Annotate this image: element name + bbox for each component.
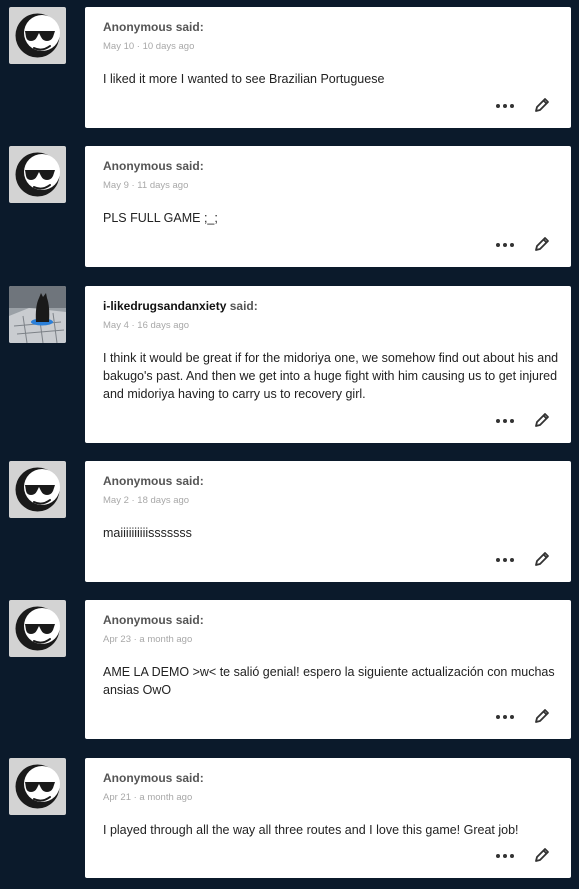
pencil-icon[interactable] xyxy=(533,707,551,725)
more-dots-icon[interactable] xyxy=(495,552,515,568)
author-name: Anonymous xyxy=(103,474,173,488)
comment-card: Anonymous said: Apr 23 · a month ago AME… xyxy=(85,600,571,739)
avatar[interactable] xyxy=(9,7,66,64)
avatar[interactable] xyxy=(9,146,66,203)
comment-text: I liked it more I wanted to see Brazilia… xyxy=(103,72,385,86)
comment-author: i-likedrugsandanxiety said: xyxy=(103,299,258,313)
said-label: said: xyxy=(175,20,204,34)
comment-author: Anonymous said: xyxy=(103,613,204,627)
pencil-icon[interactable] xyxy=(533,550,551,568)
more-dots-icon[interactable] xyxy=(495,709,515,725)
sunglasses-smiley-avatar-icon xyxy=(15,606,60,651)
said-label: said: xyxy=(175,771,204,785)
comment-text: AME LA DEMO >w< te salió genial! espero … xyxy=(103,665,555,697)
more-dots-icon[interactable] xyxy=(495,413,515,429)
author-name: Anonymous xyxy=(103,159,173,173)
sunglasses-smiley-avatar-icon xyxy=(15,764,60,809)
pencil-icon[interactable] xyxy=(533,235,551,253)
more-dots-icon[interactable] xyxy=(495,848,515,864)
comment-author: Anonymous said: xyxy=(103,474,204,488)
comment-author: Anonymous said: xyxy=(103,159,204,173)
pencil-icon[interactable] xyxy=(533,96,551,114)
more-dots-icon[interactable] xyxy=(495,237,515,253)
comment-text: I think it would be great if for the mid… xyxy=(103,351,559,401)
comment-card: Anonymous said: May 10 · 10 days ago I l… xyxy=(85,7,571,128)
comment-date[interactable]: May 2 · 18 days ago xyxy=(103,495,189,506)
said-label: said: xyxy=(175,613,204,627)
avatar[interactable] xyxy=(9,600,66,657)
comment-date[interactable]: May 4 · 16 days ago xyxy=(103,320,189,331)
author-name: Anonymous xyxy=(103,613,173,627)
pencil-icon[interactable] xyxy=(533,411,551,429)
comment-date[interactable]: May 9 · 11 days ago xyxy=(103,180,188,191)
author-name: Anonymous xyxy=(103,20,173,34)
avatar[interactable] xyxy=(9,461,66,518)
avatar[interactable] xyxy=(9,286,66,343)
author-name[interactable]: i-likedrugsandanxiety xyxy=(103,299,226,313)
comment-text: I played through all the way all three r… xyxy=(103,823,519,837)
comment-card: Anonymous said: May 9 · 11 days ago PLS … xyxy=(85,146,571,267)
comment-date[interactable]: May 10 · 10 days ago xyxy=(103,41,194,52)
comment-date[interactable]: Apr 23 · a month ago xyxy=(103,634,192,645)
comment-author: Anonymous said: xyxy=(103,20,204,34)
comment-date[interactable]: Apr 21 · a month ago xyxy=(103,792,192,803)
sunglasses-smiley-avatar-icon xyxy=(15,467,60,512)
comment-card: Anonymous said: Apr 21 · a month ago I p… xyxy=(85,758,571,878)
cat-photo-avatar-icon xyxy=(9,286,66,343)
said-label: said: xyxy=(175,159,204,173)
comment-card: Anonymous said: May 2 · 18 days ago maii… xyxy=(85,461,571,582)
author-name: Anonymous xyxy=(103,771,173,785)
said-label: said: xyxy=(175,474,204,488)
comment-text: maiiiiiiiiiisssssss xyxy=(103,526,192,540)
sunglasses-smiley-avatar-icon xyxy=(15,152,60,197)
sunglasses-smiley-avatar-icon xyxy=(15,13,60,58)
said-label: said: xyxy=(229,299,258,313)
more-dots-icon[interactable] xyxy=(495,98,515,114)
avatar[interactable] xyxy=(9,758,66,815)
comment-card: i-likedrugsandanxiety said: May 4 · 16 d… xyxy=(85,286,571,443)
comment-author: Anonymous said: xyxy=(103,771,204,785)
comment-text: PLS FULL GAME ;_; xyxy=(103,211,218,225)
pencil-icon[interactable] xyxy=(533,846,551,864)
